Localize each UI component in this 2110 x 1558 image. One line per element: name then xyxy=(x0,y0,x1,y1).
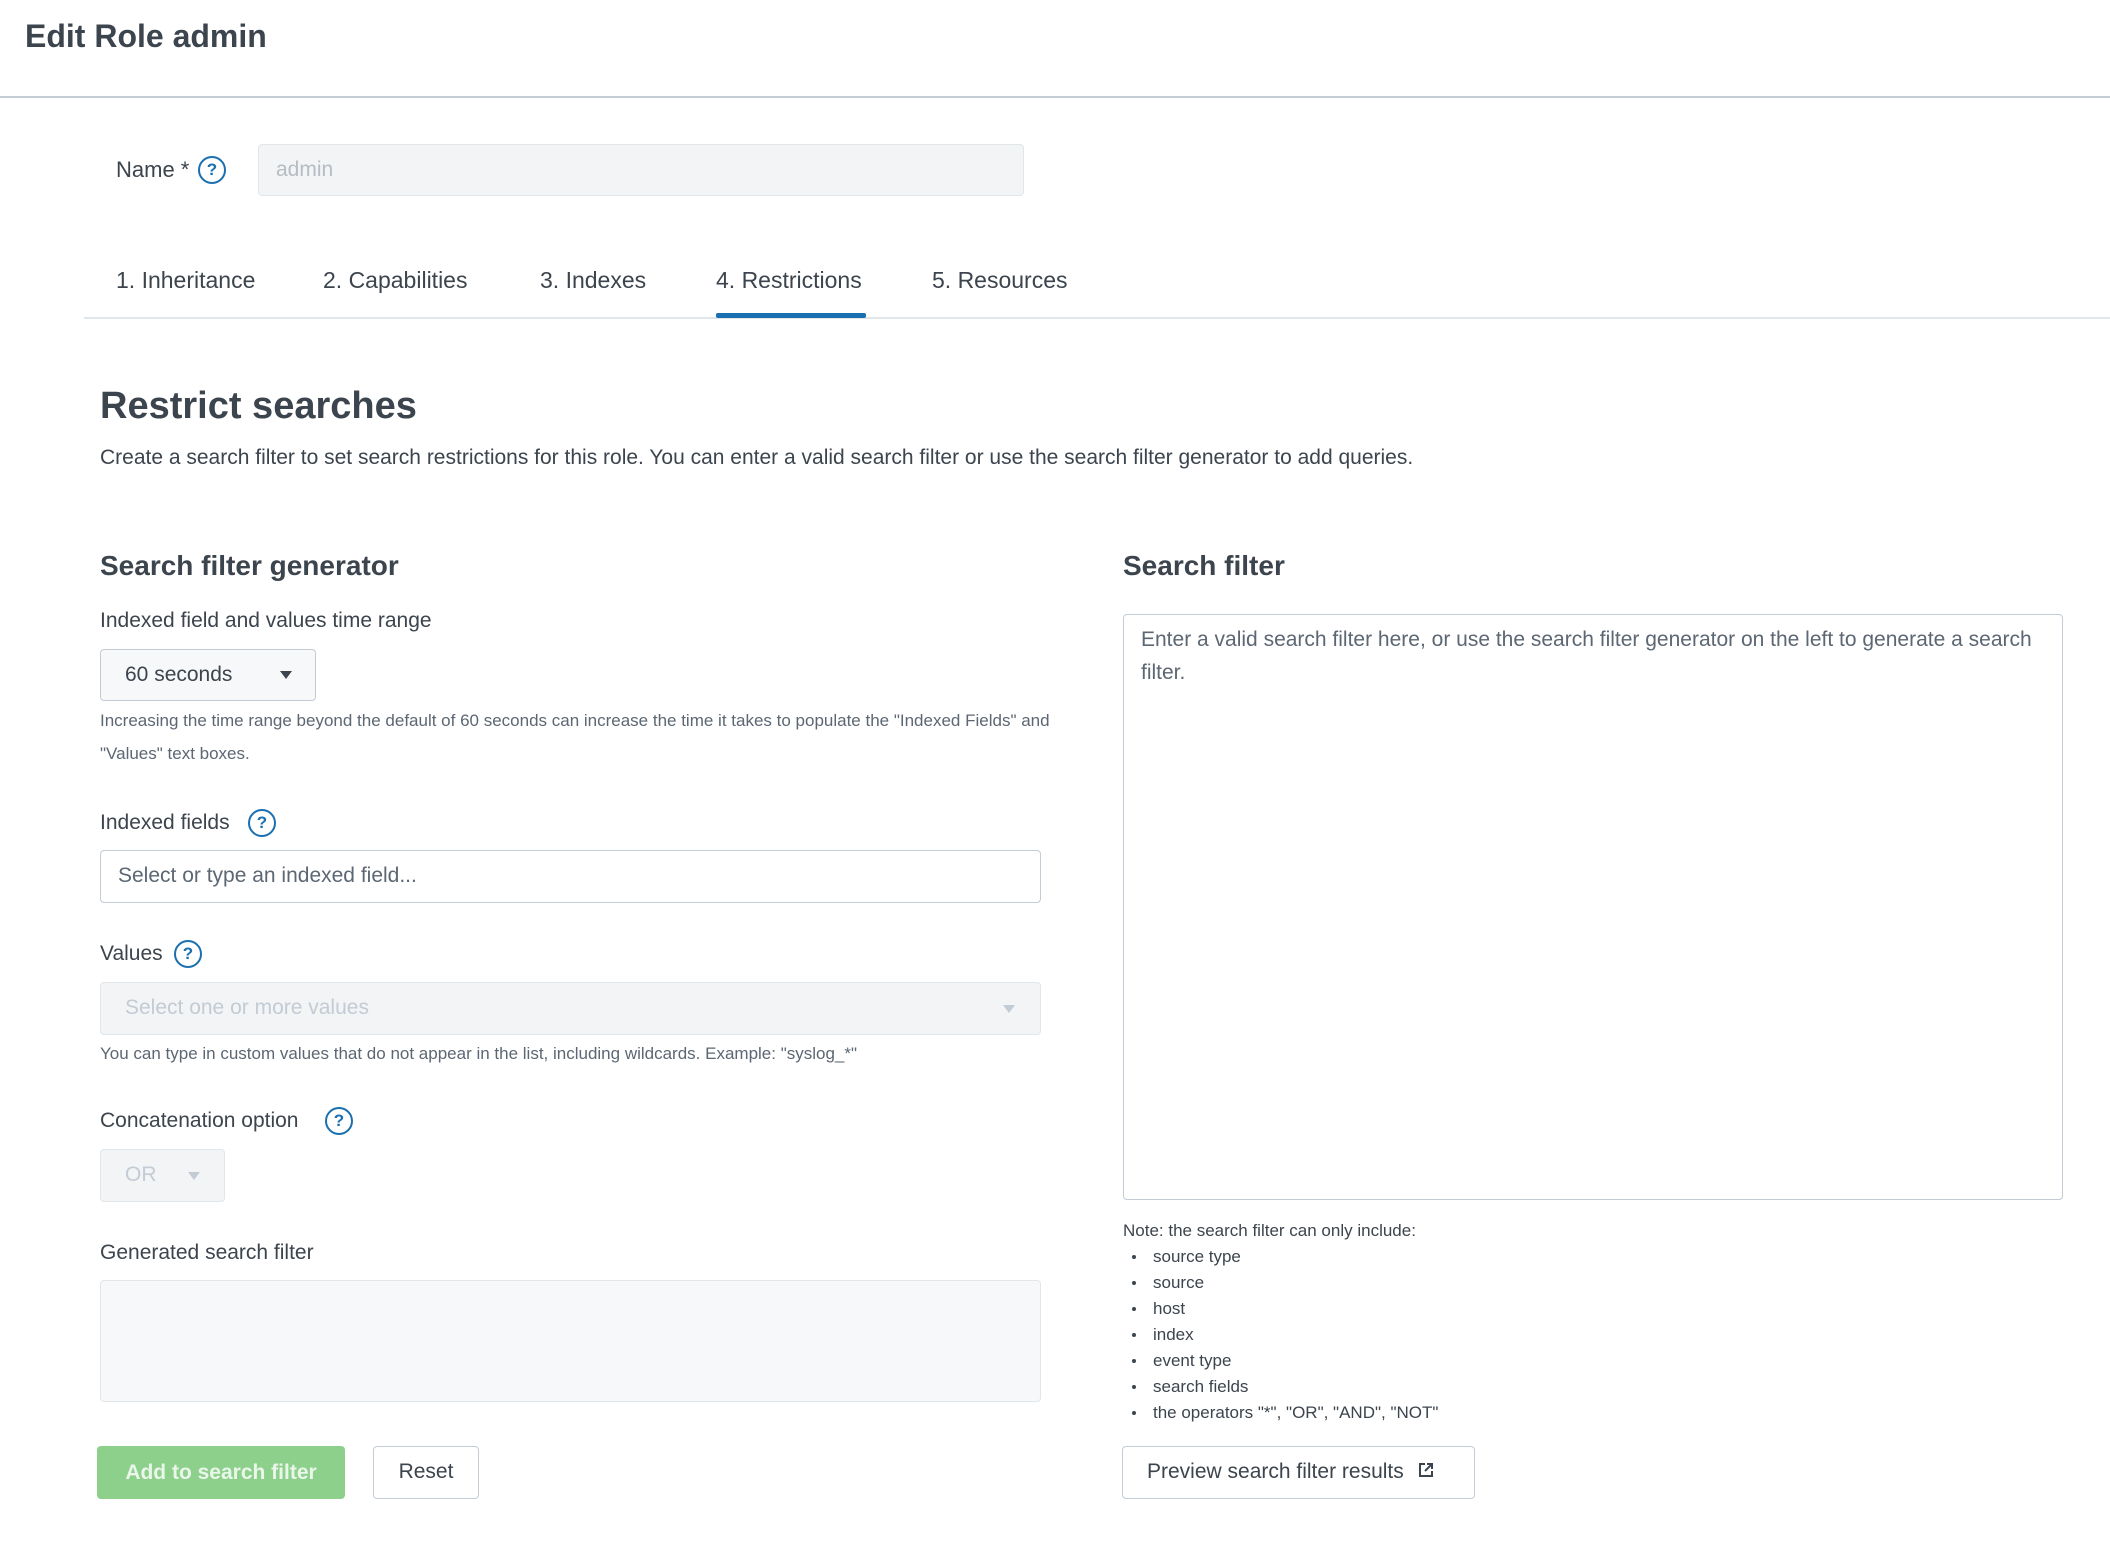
list-item: source xyxy=(1123,1270,1438,1296)
search-filter-placeholder: Enter a valid search filter here, or use… xyxy=(1141,628,2032,684)
help-icon[interactable]: ? xyxy=(198,156,226,184)
time-range-label: Indexed field and values time range xyxy=(100,609,432,632)
indexed-fields-label: Indexed fields xyxy=(100,811,230,834)
page-header: Edit Role admin xyxy=(0,0,2110,98)
indexed-fields-input[interactable]: Select or type an indexed field... xyxy=(100,850,1041,903)
tab-inheritance[interactable]: 1. Inheritance xyxy=(116,262,255,298)
concatenation-dropdown[interactable]: OR xyxy=(100,1149,225,1202)
generated-filter-label: Generated search filter xyxy=(100,1241,314,1264)
name-input[interactable]: admin xyxy=(258,144,1024,196)
section-description: Create a search filter to set search res… xyxy=(100,446,1414,469)
note-list: source type source host index event type… xyxy=(1123,1244,1438,1426)
external-link-icon xyxy=(1418,1463,1433,1478)
help-icon[interactable]: ? xyxy=(325,1107,353,1135)
time-range-dropdown[interactable]: 60 seconds xyxy=(100,649,316,701)
help-icon[interactable]: ? xyxy=(174,940,202,968)
tab-capabilities[interactable]: 2. Capabilities xyxy=(323,262,467,298)
list-item: source type xyxy=(1123,1244,1438,1270)
generated-filter-box xyxy=(100,1280,1041,1402)
concatenation-value: OR xyxy=(125,1163,157,1186)
search-filter-heading: Search filter xyxy=(1123,550,1285,581)
list-item: host xyxy=(1123,1296,1438,1322)
time-range-value: 60 seconds xyxy=(125,663,233,686)
active-tab-indicator xyxy=(716,313,866,318)
values-label: Values xyxy=(100,942,163,965)
tab-restrictions[interactable]: 4. Restrictions xyxy=(716,262,862,298)
note-title: Note: the search filter can only include… xyxy=(1123,1221,1416,1240)
add-to-search-filter-button[interactable]: Add to search filter xyxy=(97,1446,345,1499)
caret-down-icon xyxy=(1003,1005,1015,1013)
time-range-help: Increasing the time range beyond the def… xyxy=(100,711,1050,763)
section-title: Restrict searches xyxy=(100,385,417,427)
caret-down-icon xyxy=(188,1172,200,1180)
preview-button-label: Preview search filter results xyxy=(1147,1460,1404,1483)
preview-search-filter-button[interactable]: Preview search filter results xyxy=(1122,1446,1475,1499)
tab-indexes[interactable]: 3. Indexes xyxy=(540,262,646,298)
page-title: Edit Role admin xyxy=(25,18,267,54)
values-help: You can type in custom values that do no… xyxy=(100,1044,858,1063)
help-glyph: ? xyxy=(206,160,218,179)
list-item: the operators "*", "OR", "AND", "NOT" xyxy=(1123,1400,1438,1426)
list-item: index xyxy=(1123,1322,1438,1348)
concatenation-label: Concatenation option xyxy=(100,1109,299,1132)
values-placeholder: Select one or more values xyxy=(125,996,369,1019)
list-item: event type xyxy=(1123,1348,1438,1374)
tabs-divider xyxy=(84,317,2110,319)
values-select[interactable]: Select one or more values xyxy=(100,982,1041,1035)
help-icon[interactable]: ? xyxy=(248,809,276,837)
list-item: search fields xyxy=(1123,1374,1438,1400)
caret-down-icon xyxy=(280,671,292,679)
generator-heading: Search filter generator xyxy=(100,550,399,581)
reset-button[interactable]: Reset xyxy=(373,1446,479,1499)
name-label: Name * xyxy=(116,157,190,182)
search-filter-textarea[interactable]: Enter a valid search filter here, or use… xyxy=(1123,614,2063,1200)
tab-resources[interactable]: 5. Resources xyxy=(932,262,1068,298)
